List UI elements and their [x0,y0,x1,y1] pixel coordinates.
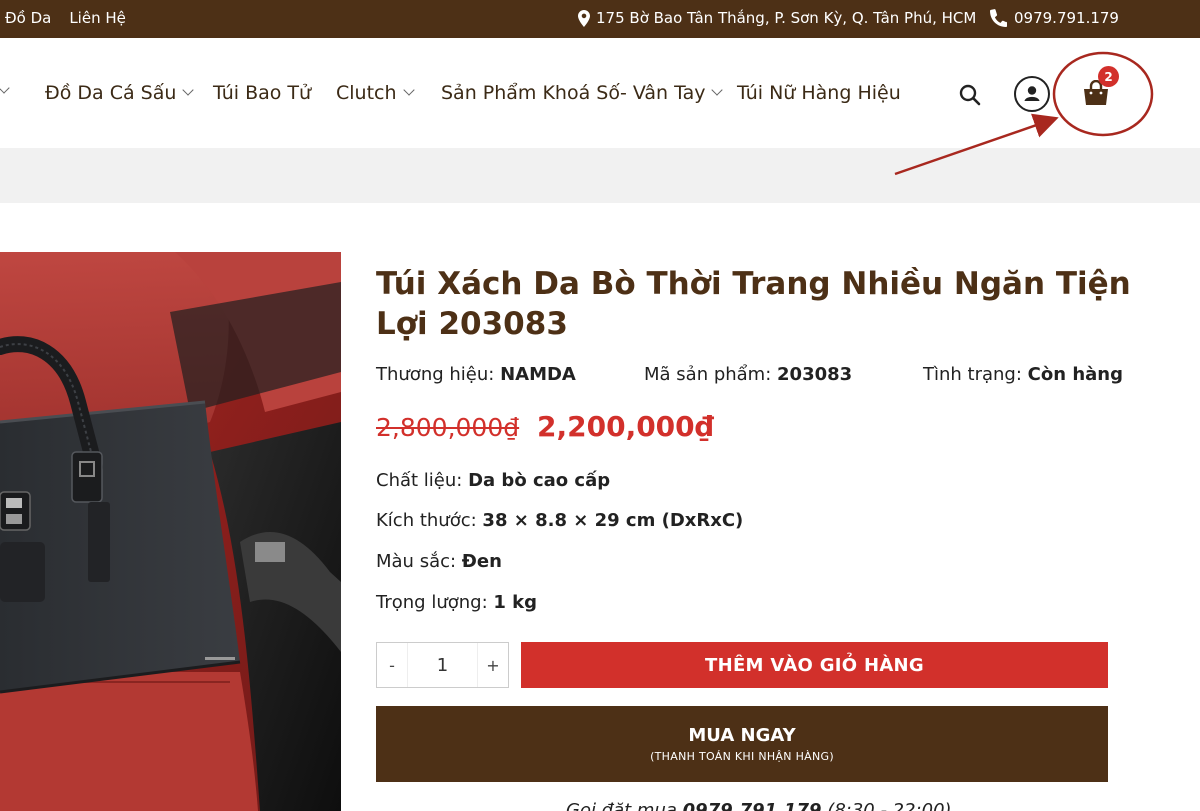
brand-value[interactable]: NAMDA [500,364,576,385]
cart-count-badge: 2 [1098,66,1119,87]
spec-label: Kích thước: [376,510,477,531]
top-link-contact[interactable]: Liên Hệ [69,9,126,27]
top-link-products[interactable]: c Đồ Da [0,9,51,27]
chevron-down-icon [711,84,724,96]
spec-value: 1 kg [493,592,538,613]
spec-color: Màu sắc: Đen [376,551,502,572]
nav-item-label: Túi Bao Tử [213,82,312,104]
top-links: c Đồ Da Liên Hệ [0,9,126,27]
product-image[interactable] [0,252,341,811]
buy-now-label: MUA NGAY [688,725,796,746]
nav-item-waist-bag[interactable]: Túi Bao Tử [213,82,311,104]
nav-item-label: Đồ Da Cá Sấu [45,82,177,104]
qty-decrease-button[interactable]: - [377,656,407,675]
spec-weight: Trọng lượng: 1 kg [376,592,537,613]
nav-item-label: Sản Phẩm Khoá Số- Vân Tay [441,82,706,104]
buy-now-button[interactable]: MUA NGAY (THANH TOÁN KHI NHẬN HÀNG) [376,706,1108,782]
spec-label: Trọng lượng: [376,592,488,613]
chevron-down-icon [182,84,195,96]
chevron-down-icon [0,82,10,94]
call-prefix: Gọi đặt mua [566,800,677,811]
map-pin-icon [578,9,590,27]
store-phone[interactable]: 0979.791.179 [989,9,1119,27]
spec-value: Da bò cao cấp [468,470,611,491]
nav-item-crocodile-leather[interactable]: Đồ Da Cá Sấu [45,82,195,104]
add-to-cart-button[interactable]: THÊM VÀO GIỎ HÀNG [521,642,1108,688]
nav-item-label: Clutch [336,82,397,104]
spec-dimensions: Kích thước: 38 × 8.8 × 29 cm (DxRxC) [376,510,743,531]
user-icon[interactable] [1014,76,1050,112]
spec-value: Đen [461,551,502,572]
nav-item-women-bags[interactable]: Túi Nữ Hàng Hiệu [737,82,901,104]
address-text: 175 Bờ Bao Tân Thắng, P. Sơn Kỳ, Q. Tân … [596,9,977,27]
quantity-stepper: - 1 + [376,642,509,688]
breadcrumb-strip [0,148,1200,203]
nav-item-clutch[interactable]: Clutch [336,82,415,104]
sale-price: 2,200,000₫ [537,410,715,443]
buy-now-sublabel: (THANH TOÁN KHI NHẬN HÀNG) [650,750,834,763]
status-label: Tình trạng: [923,364,1022,385]
call-hours: (8:30 - 22:00) [827,800,952,811]
brand-label: Thương hiệu: [376,364,495,385]
sku-value: 203083 [777,364,853,385]
qty-increase-button[interactable]: + [478,656,508,675]
old-price: 2,800,000₫ [376,413,520,442]
call-to-order: Gọi đặt mua 0979.791.179 (8:30 - 22:00) [566,800,952,811]
spec-label: Chất liệu: [376,470,463,491]
top-bar: c Đồ Da Liên Hệ 175 Bờ Bao Tân Thắng, P.… [0,0,1200,38]
spec-material: Chất liệu: Da bò cao cấp [376,470,610,491]
search-icon[interactable] [958,83,982,107]
chevron-down-icon [402,84,415,96]
product-title: Túi Xách Da Bò Thời Trang Nhiều Ngăn Tiệ… [376,266,1131,342]
spec-label: Màu sắc: [376,551,457,572]
store-address: 175 Bờ Bao Tân Thắng, P. Sơn Kỳ, Q. Tân … [578,9,976,27]
call-phone-link[interactable]: 0979.791.179 [683,800,822,811]
phone-icon [989,9,1007,27]
qty-input[interactable]: 1 [407,643,478,687]
nav-item-lock-products[interactable]: Sản Phẩm Khoá Số- Vân Tay [441,82,724,104]
main-header: Đồ Da Cá Sấu Túi Bao Tử Clutch Sản Phẩm … [0,38,1200,148]
nav-item-label: Túi Nữ Hàng Hiệu [737,82,901,104]
product-status: Tình trạng: Còn hàng [923,364,1123,385]
status-value: Còn hàng [1027,364,1123,385]
phone-text: 0979.791.179 [1014,9,1119,27]
product-sku: Mã sản phẩm: 203083 [644,364,852,385]
product-brand: Thương hiệu: NAMDA [376,364,576,385]
spec-value: 38 × 8.8 × 29 cm (DxRxC) [482,510,744,531]
sku-label: Mã sản phẩm: [644,364,772,385]
bag-photo [0,252,341,811]
